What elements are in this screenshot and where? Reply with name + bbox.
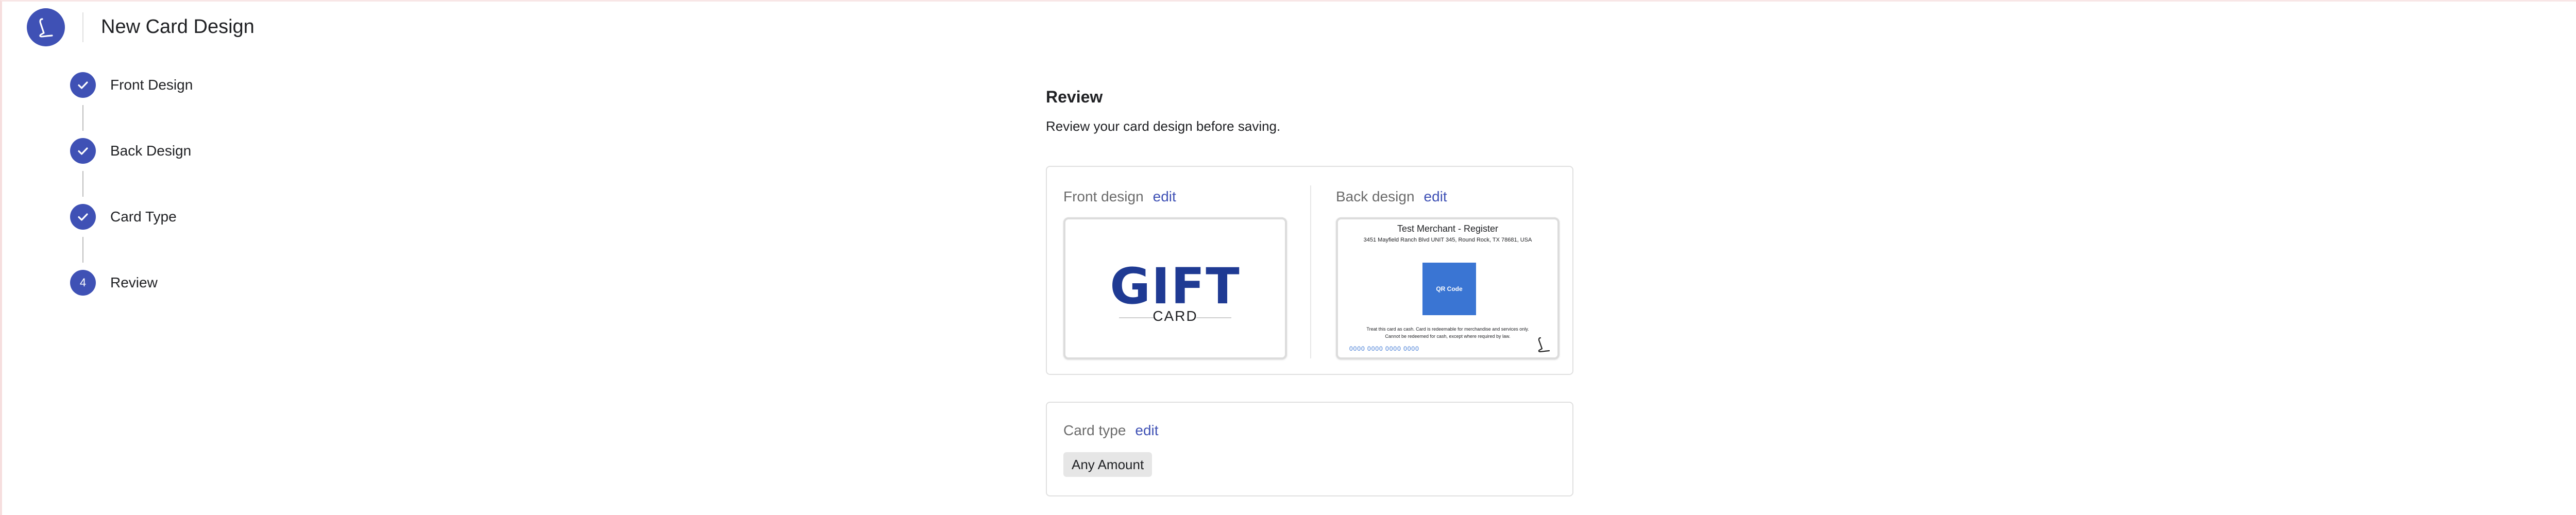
step-connector <box>82 237 83 263</box>
step-label: Back Design <box>110 143 192 159</box>
back-design-heading: Back design edit <box>1336 186 1447 207</box>
step-complete-badge <box>70 204 96 230</box>
brand-logo-icon <box>1538 337 1550 352</box>
edit-back-design-link[interactable]: edit <box>1424 188 1447 204</box>
step-complete-badge <box>70 138 96 164</box>
back-design-label: Back design <box>1336 188 1415 204</box>
card-terms: Treat this card as cash. Card is redeema… <box>1353 325 1542 340</box>
step-front-design[interactable]: Front Design <box>70 72 193 98</box>
step-complete-badge <box>70 72 96 98</box>
card-text: CARD <box>1153 308 1198 324</box>
section-subtitle: Review your card design before saving. <box>1046 118 1281 134</box>
front-card-preview: GIFT CARD <box>1063 217 1287 359</box>
terms-line: Cannot be redeemed for cash, except wher… <box>1385 334 1511 339</box>
card-type-panel: Card type edit Any Amount <box>1046 402 1573 496</box>
step-connector <box>82 105 83 131</box>
front-design-column: Front design edit GIFT CARD <box>1063 186 1287 359</box>
edit-front-design-link[interactable]: edit <box>1153 188 1176 204</box>
header-divider <box>82 12 83 42</box>
merchant-address: 3451 Mayfield Ranch Blvd UNIT 345, Round… <box>1363 237 1532 243</box>
step-label: Front Design <box>110 77 193 93</box>
card-number: 0000 0000 0000 0000 <box>1349 345 1419 352</box>
step-back-design[interactable]: Back Design <box>70 138 191 164</box>
dialog-header: New Card Design <box>0 0 2576 52</box>
page-title: New Card Design <box>101 16 255 38</box>
front-design-label: Front design <box>1063 188 1144 204</box>
card-type-chip: Any Amount <box>1063 452 1153 477</box>
back-design-column: Back design edit Test Merchant - Register… <box>1336 186 1560 359</box>
terms-line: Treat this card as cash. Card is redeema… <box>1366 327 1529 332</box>
step-label: Review <box>110 274 158 290</box>
step-connector <box>82 171 83 197</box>
check-icon <box>78 213 88 221</box>
design-review-panel: Front design edit GIFT CARD Back design ed… <box>1046 166 1573 375</box>
brand-logo-icon <box>27 8 65 46</box>
step-number-badge: 4 <box>70 270 96 296</box>
card-type-heading: Card type edit <box>1063 420 1159 441</box>
check-icon <box>78 147 88 155</box>
card-type-label: Card type <box>1063 422 1126 438</box>
column-divider <box>1310 185 1311 358</box>
edit-card-type-link[interactable]: edit <box>1135 422 1158 438</box>
qr-code-placeholder: QR Code <box>1422 263 1476 315</box>
step-label: Card Type <box>110 209 177 225</box>
gift-text: GIFT <box>1110 258 1241 315</box>
back-card-preview: Test Merchant - Register 3451 Mayfield R… <box>1336 217 1560 359</box>
step-card-type[interactable]: Card Type <box>70 204 177 230</box>
front-design-heading: Front design edit <box>1063 186 1176 207</box>
merchant-name: Test Merchant - Register <box>1397 224 1499 234</box>
step-review[interactable]: 4 Review <box>70 270 158 296</box>
section-title: Review <box>1046 88 1103 106</box>
check-icon <box>78 81 88 89</box>
